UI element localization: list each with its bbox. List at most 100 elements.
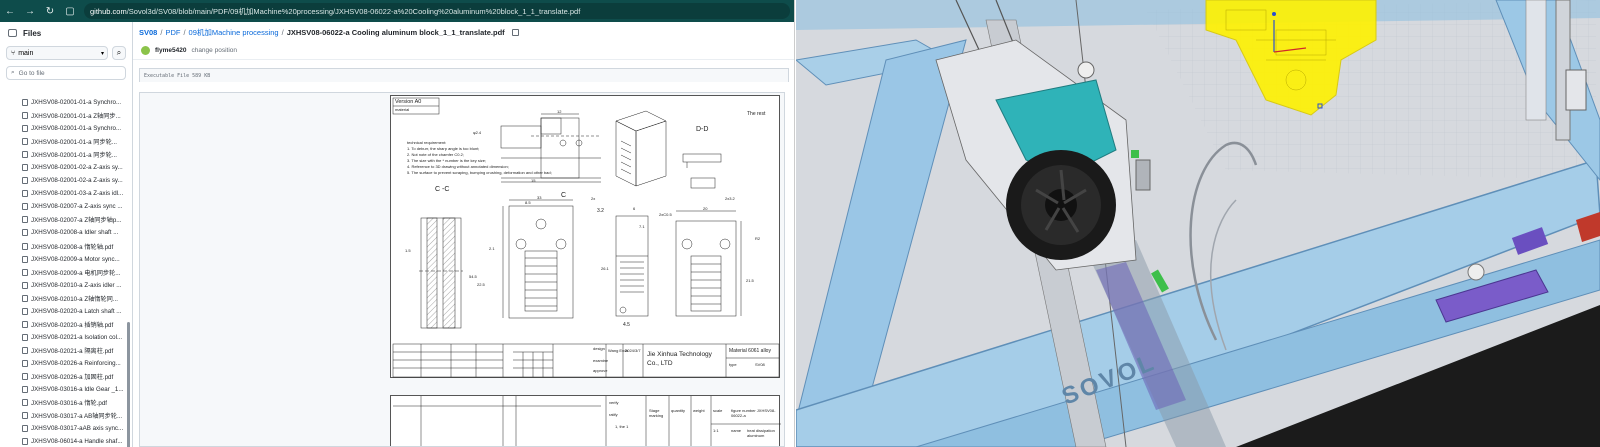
file-icon (22, 294, 28, 302)
file-icon (22, 177, 28, 185)
file-icon (22, 255, 28, 263)
tech-line-5: 5. The surface to prevent scraping, bump… (407, 170, 552, 175)
pdf-viewer[interactable]: Version A0 material technical requiremen… (139, 92, 785, 447)
reload-icon[interactable]: ↻ (44, 5, 56, 17)
browser-toolbar: ← → ↻ ▢ github.com/Sovol3d/SV08/blob/mai… (0, 0, 794, 22)
file-tree-item[interactable]: JXHSV08-02001-02-a Z-axis sy... (0, 161, 126, 174)
file-tree-item[interactable]: JXHSV08-02001-01-a 同步轮... (0, 148, 126, 161)
file-tree-item[interactable]: JXHSV08-02020-a 插销轴.pdf (0, 318, 126, 331)
file-tree-item[interactable]: JXHSV08-02008-a 惰轮轴.pdf (0, 240, 126, 253)
file-tree-item[interactable]: JXHSV08-02001-03-a Z-axis idl... (0, 187, 126, 200)
breadcrumb-dir-pdf[interactable]: PDF (165, 28, 180, 37)
stage-marking: Stage marking (649, 408, 664, 418)
back-icon[interactable]: ← (4, 5, 16, 17)
file-tree-item[interactable]: JXHSV08-06014-a Handle shaf... (0, 435, 126, 447)
type-label: type (729, 362, 737, 367)
file-tree-item-label: JXHSV08-02007-a Z-axis sync ... (31, 203, 123, 211)
file-tree-item-label: JXHSV08-02001-01-a Z轴同步... (31, 113, 121, 121)
file-tree-item[interactable]: JXHSV08-02010-a Z轴惰轮同... (0, 292, 126, 305)
page2-frame (393, 396, 781, 446)
file-icon (22, 216, 28, 224)
file-tree-item-label: JXHSV08-06014-a Handle shaf... (31, 438, 123, 446)
file-icon (22, 138, 28, 146)
file-tree-item[interactable]: JXHSV08-02007-a Z轴同步轴p... (0, 213, 126, 226)
file-tree-item-label: JXHSV08-02010-a Z-axis idler ... (31, 281, 122, 289)
dim-12: 12 (557, 109, 562, 114)
breadcrumb-repo[interactable]: SV08 (139, 28, 157, 37)
commit-message[interactable]: change position (191, 47, 237, 54)
file-tree-item[interactable]: JXHSV08-02001-01-a Z轴同步... (0, 109, 126, 122)
file-tree-item[interactable]: JXHSV08-02026-a 加固柱.pdf (0, 370, 126, 383)
file-tree-item[interactable]: JXHSV08-03016-a 惰轮.pdf (0, 396, 126, 409)
file-tree-item[interactable]: JXHSV08-02021-a Isolation col... (0, 331, 126, 344)
dim-22-5: 22.5 (477, 282, 485, 287)
file-tree-item[interactable]: JXHSV08-02001-02-a Z-axis sy... (0, 174, 126, 187)
dim-7-1: 7.1 (639, 224, 645, 229)
file-icon (22, 307, 28, 315)
file-list: JXHSV08-02001-01-a Synchro... JXHSV08-020… (0, 96, 126, 447)
scale-label: scale (713, 408, 723, 413)
branch-name: main (18, 49, 34, 57)
file-tree-item-label: JXHSV08-03016-a 惰轮.pdf (31, 400, 108, 408)
commit-author[interactable]: flyme5420 (155, 47, 186, 54)
technical-drawing (392, 97, 780, 378)
verify-label: verify (609, 400, 619, 405)
cad-render: SOVOL (796, 0, 1600, 447)
forward-icon[interactable]: → (24, 5, 36, 17)
branch-selector[interactable]: ⑂ main ▾ (6, 46, 108, 60)
goto-file-input[interactable]: ⌕ Go to file (6, 66, 126, 80)
file-icon (22, 281, 28, 289)
file-icon (22, 99, 28, 107)
file-tree-item[interactable]: JXHSV08-03017-aAB axis sync... (0, 422, 126, 435)
dim-2xc0-5: 2xC0.5 (659, 212, 672, 217)
dim-3-2: 3.2 (597, 208, 604, 214)
file-tree-item[interactable]: JXHSV08-03016-a Idle Gear _1... (0, 383, 126, 396)
file-tree-item[interactable]: JXHSV08-02001-01-a 同步轮... (0, 135, 126, 148)
file-tree-item[interactable]: JXHSV08-02009-a Motor sync... (0, 253, 126, 266)
address-bar[interactable]: github.com/Sovol3d/SV08/blob/main/PDF/09… (84, 3, 790, 19)
dim-6: 6 (633, 206, 636, 211)
file-tree-item-label: JXHSV08-02008-a Idler shaft ... (31, 229, 119, 237)
file-icon (22, 151, 28, 159)
file-view: SV08 / PDF / 09机加Machine processing / JX… (133, 22, 794, 447)
rest-label: The rest (747, 111, 766, 117)
dim-2x: 2x (591, 196, 596, 201)
sidebar-toggle-icon[interactable] (8, 29, 17, 37)
breadcrumb-dir-machine[interactable]: 09机加Machine processing (189, 27, 279, 38)
branch-icon: ⑂ (11, 49, 16, 57)
file-tree-item[interactable]: JXHSV08-03017-a AB轴同步轮... (0, 409, 126, 422)
file-tree-item[interactable]: JXHSV08-02001-01-a Synchro... (0, 122, 126, 135)
file-tree-item-label: JXHSV08-02001-01-a 同步轮... (31, 139, 117, 147)
examine-label: examine (593, 358, 609, 363)
file-tree-item[interactable]: JXHSV08-02001-01-a Synchro... (0, 96, 126, 109)
sidebar-scrollbar[interactable] (127, 322, 130, 447)
file-icon (22, 412, 28, 420)
file-tree-item[interactable]: JXHSV08-02009-a 电机同步轮... (0, 266, 126, 279)
dim-c-label: C (561, 192, 567, 199)
drawing-material-small: material (395, 107, 410, 112)
section-dd-label: D-D (696, 126, 709, 133)
file-tree-item[interactable]: JXHSV08-02007-a Z-axis sync ... (0, 200, 126, 213)
file-tree-item[interactable]: JXHSV08-02020-a Latch shaft ... (0, 305, 126, 318)
name-label: name (731, 428, 742, 433)
weight-label: weight (693, 408, 705, 413)
pdf-page-2: verify ratify 1, the 1 Stage marking qua… (390, 395, 781, 446)
file-tree-item-label: JXHSV08-02001-02-a Z-axis sy... (31, 177, 123, 185)
design-label: design (593, 346, 605, 351)
cad-viewport[interactable]: SOVOL (796, 0, 1600, 447)
file-tree-item-label: JXHSV08-03017-a AB轴同步轮... (31, 413, 123, 421)
dim-2-1: 2.1 (489, 246, 495, 251)
goto-file-placeholder: Go to file (18, 69, 45, 77)
tab-icon[interactable]: ▢ (64, 5, 76, 17)
copy-path-icon[interactable] (511, 28, 519, 36)
approve-label: approve (593, 368, 608, 373)
avatar[interactable] (141, 46, 150, 55)
file-tree-item[interactable]: JXHSV08-02008-a Idler shaft ... (0, 226, 126, 239)
file-tree-item[interactable]: JXHSV08-02010-a Z-axis idler ... (0, 279, 126, 292)
search-icon[interactable]: ⌕ (112, 46, 126, 60)
files-header: Files (0, 22, 132, 44)
file-tree-item[interactable]: JXHSV08-02026-a Reinforcing... (0, 357, 126, 370)
file-tree-item[interactable]: JXHSV08-02021-a 隔离柱.pdf (0, 344, 126, 357)
file-icon (22, 373, 28, 380)
dim-1-5: 1.5 (405, 248, 411, 253)
